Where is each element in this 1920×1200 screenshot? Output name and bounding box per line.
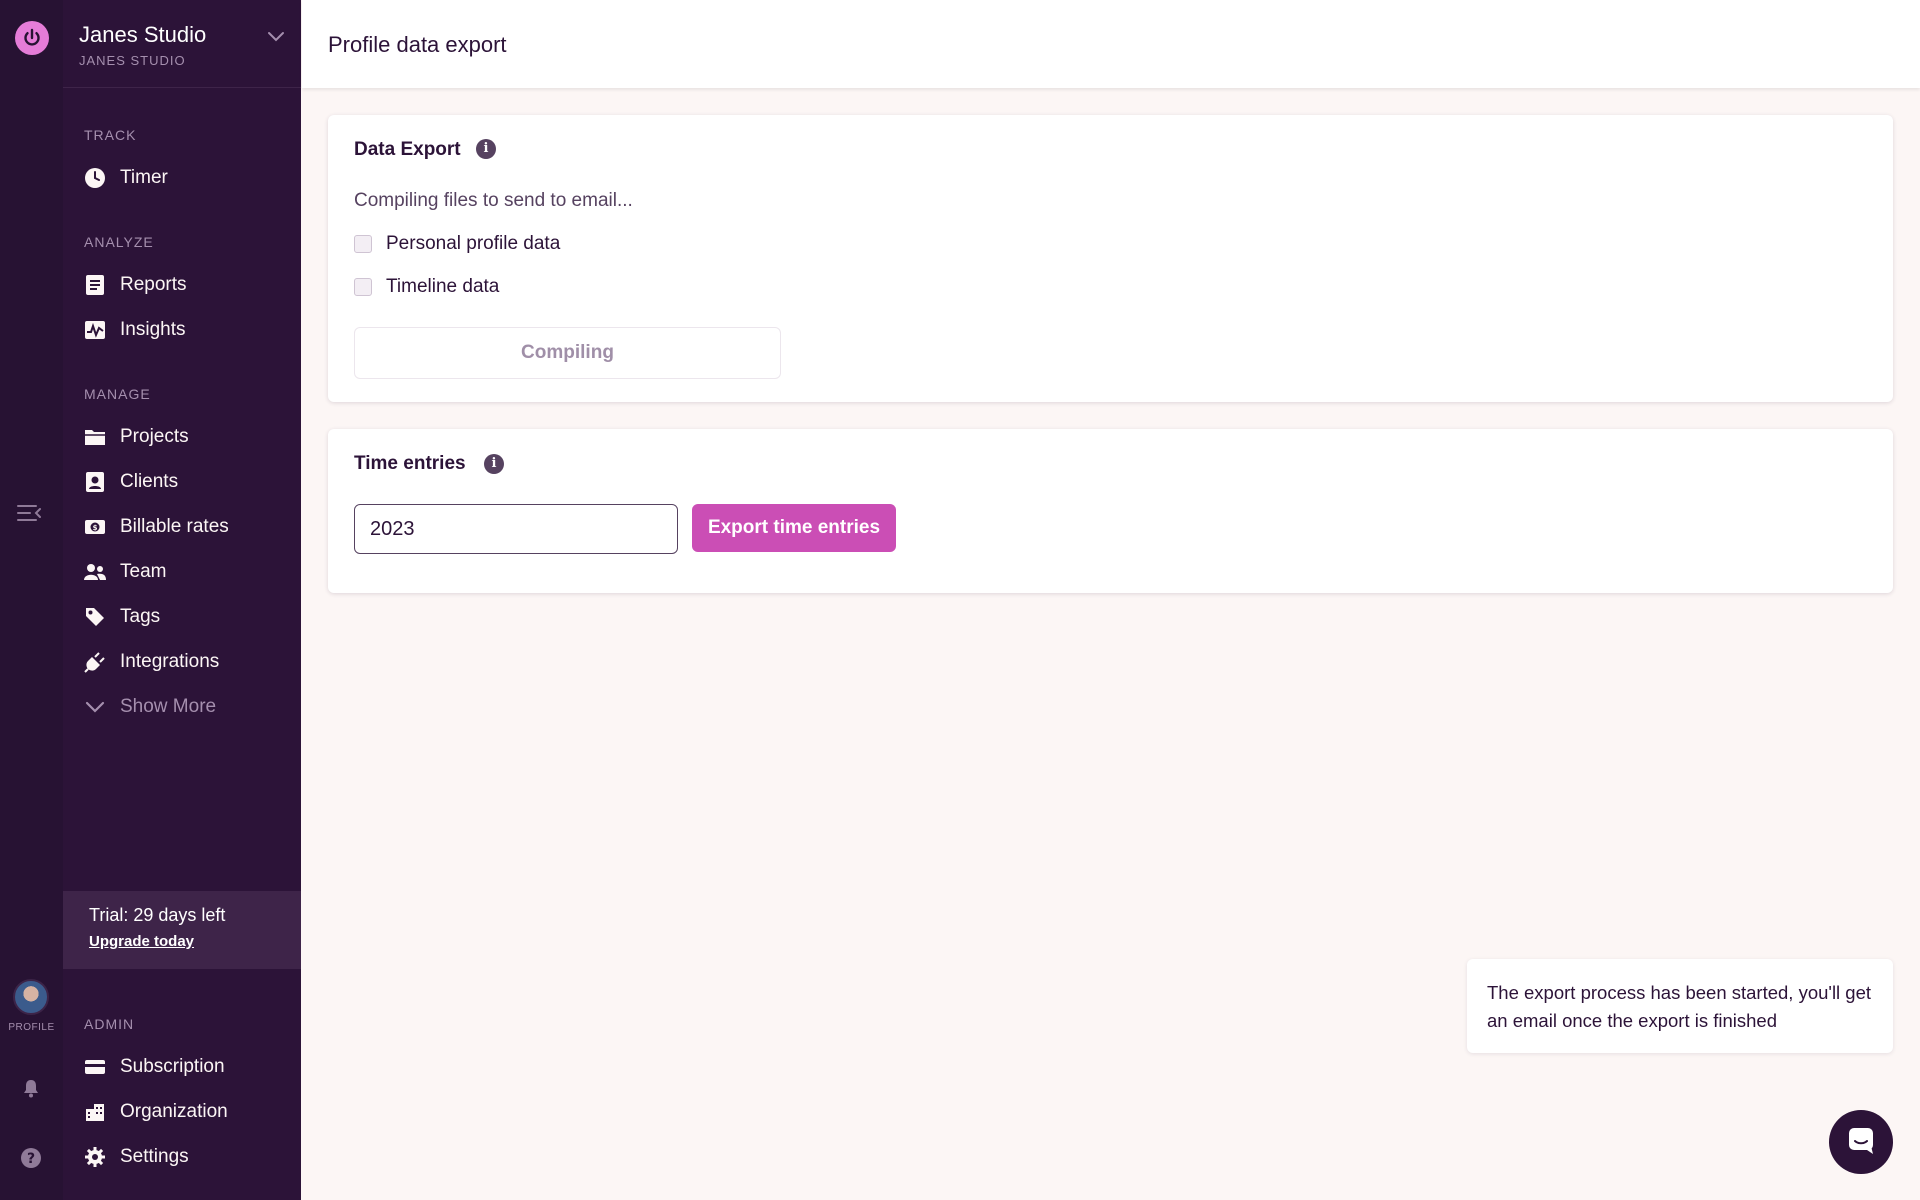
report-icon [83, 273, 107, 297]
checkbox-label: Personal profile data [386, 233, 561, 254]
sidebar-item-label: Show More [120, 696, 217, 717]
tag-icon [83, 605, 107, 629]
data-export-title: Data Export [354, 139, 461, 160]
chat-icon [1847, 1126, 1875, 1159]
trial-banner: Trial: 29 days left Upgrade today [63, 891, 301, 969]
team-icon [83, 560, 107, 584]
export-toast: The export process has been started, you… [1467, 959, 1893, 1053]
info-icon[interactable]: i [476, 139, 496, 159]
sidebar-item-label: Integrations [120, 651, 220, 672]
collapse-sidebar-icon[interactable] [16, 502, 42, 524]
section-analyze: ANALYZE [84, 234, 154, 250]
sidebar-item-insights[interactable]: Insights [83, 313, 288, 347]
sidebar-item-label: Tags [120, 606, 161, 627]
sidebar: Janes Studio JANES STUDIO TRACK Timer AN… [63, 0, 301, 1200]
sidebar-item-tags[interactable]: Tags [83, 600, 288, 634]
sidebar-item-label: Clients [120, 471, 179, 492]
sidebar-item-projects[interactable]: Projects [83, 420, 288, 454]
sidebar-item-team[interactable]: Team [83, 555, 288, 589]
time-entries-card: Time entries i Export time entries [328, 429, 1893, 593]
insights-icon [83, 318, 107, 342]
data-export-card: Data Export i Compiling files to send to… [328, 115, 1893, 402]
sidebar-item-organization[interactable]: Organization [83, 1095, 288, 1129]
upgrade-link[interactable]: Upgrade today [89, 933, 194, 950]
help-icon[interactable]: ? [20, 1147, 42, 1169]
chevron-down-icon[interactable] [267, 27, 285, 45]
building-icon [83, 1100, 107, 1124]
sidebar-item-reports[interactable]: Reports [83, 268, 288, 302]
time-entries-title: Time entries [354, 453, 466, 474]
sidebar-item-label: Reports [120, 274, 187, 295]
gear-icon [83, 1145, 107, 1169]
sidebar-item-label: Timer [120, 167, 168, 188]
info-icon[interactable]: i [484, 454, 504, 474]
section-track: TRACK [84, 127, 137, 143]
profile-label[interactable]: PROFILE [0, 1022, 63, 1033]
chevron-down-icon [83, 695, 107, 719]
plug-icon [83, 650, 107, 674]
sidebar-item-label: Organization [120, 1101, 228, 1122]
power-logo-icon[interactable] [15, 21, 49, 55]
trial-text: Trial: 29 days left [89, 905, 226, 925]
sidebar-item-label: Subscription [120, 1056, 225, 1077]
section-admin: ADMIN [84, 1016, 135, 1032]
bell-icon[interactable] [20, 1077, 42, 1099]
sidebar-item-timer[interactable]: Timer [83, 161, 288, 195]
personal-profile-checkbox-row[interactable]: Personal profile data [354, 233, 560, 255]
sidebar-item-label: Team [120, 561, 167, 582]
clock-icon [83, 166, 107, 190]
client-icon [83, 470, 107, 494]
svg-text:?: ? [27, 1151, 35, 1167]
page-header: Profile data export [302, 0, 1920, 88]
sidebar-item-billable-rates[interactable]: $ Billable rates [83, 510, 288, 544]
sidebar-item-clients[interactable]: Clients [83, 465, 288, 499]
sidebar-item-label: Projects [120, 426, 189, 447]
workspace-name: Janes Studio [79, 22, 207, 47]
checkbox-label: Timeline data [386, 276, 500, 297]
sidebar-item-label: Insights [120, 319, 186, 340]
page-title: Profile data export [328, 32, 507, 57]
workspace-switcher[interactable]: Janes Studio JANES STUDIO [63, 0, 301, 88]
sidebar-item-settings[interactable]: Settings [83, 1140, 288, 1174]
personal-profile-checkbox[interactable] [354, 235, 372, 253]
money-icon: $ [83, 515, 107, 539]
chat-launcher[interactable] [1829, 1110, 1893, 1174]
sidebar-item-label: Billable rates [120, 516, 229, 537]
timeline-checkbox[interactable] [354, 278, 372, 296]
card-icon [83, 1055, 107, 1079]
export-time-entries-button[interactable]: Export time entries [692, 504, 896, 552]
workspace-subtitle: JANES STUDIO [79, 53, 186, 68]
avatar[interactable] [13, 979, 49, 1015]
section-manage: MANAGE [84, 386, 151, 402]
timeline-checkbox-row[interactable]: Timeline data [354, 276, 499, 298]
svg-text:$: $ [93, 524, 98, 532]
folder-icon [83, 425, 107, 449]
compiling-button[interactable]: Compiling [354, 327, 781, 379]
sidebar-item-subscription[interactable]: Subscription [83, 1050, 288, 1084]
sidebar-item-label: Settings [120, 1146, 189, 1167]
year-input[interactable] [354, 504, 678, 554]
show-more-button[interactable]: Show More [83, 690, 288, 724]
export-status-text: Compiling files to send to email... [354, 190, 633, 211]
sidebar-item-integrations[interactable]: Integrations [83, 645, 288, 679]
app-rail: PROFILE ? [0, 0, 63, 1200]
